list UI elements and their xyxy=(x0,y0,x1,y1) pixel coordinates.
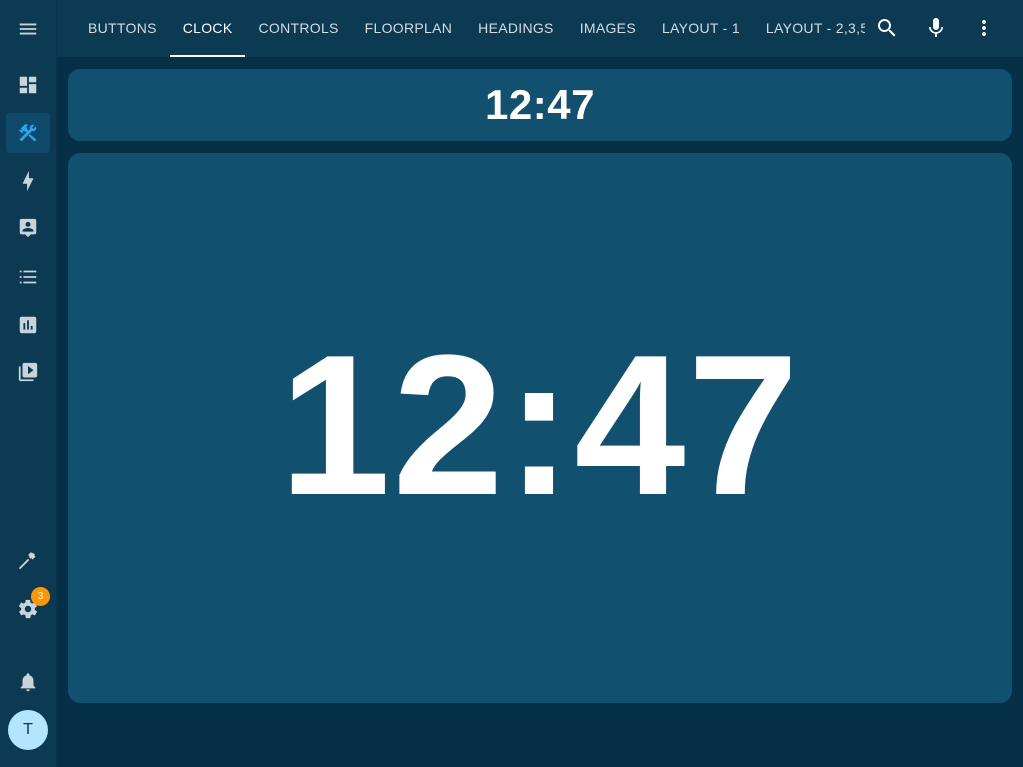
search-button[interactable] xyxy=(875,16,899,40)
clock-card-large: 12:47 xyxy=(68,153,1012,703)
more-options-button[interactable] xyxy=(972,16,996,40)
clock-card-small: 12:47 xyxy=(68,69,1012,141)
menu-icon xyxy=(19,23,37,35)
tab-buttons[interactable]: BUTTONS xyxy=(75,0,170,57)
lightning-icon xyxy=(22,170,34,192)
tab-layout-1[interactable]: LAYOUT - 1 xyxy=(649,0,753,57)
more-vert-icon xyxy=(982,20,986,36)
tab-images[interactable]: IMAGES xyxy=(567,0,649,57)
top-app-bar: BUTTONS CLOCK CONTROLS FLOORPLAN HEADINGS IMA… xyxy=(57,0,1023,57)
sidebar-item-notifications[interactable] xyxy=(6,662,50,702)
sidebar-item-people[interactable] xyxy=(6,208,50,248)
sidebar-item-todo[interactable] xyxy=(6,257,50,297)
dashboard-icon xyxy=(19,76,37,94)
search-icon xyxy=(878,19,896,37)
list-icon xyxy=(19,270,37,284)
tab-clock[interactable]: CLOCK xyxy=(169,0,246,57)
avatar[interactable]: T xyxy=(8,710,48,750)
tab-headings[interactable]: HEADINGS xyxy=(465,0,567,57)
tools-icon xyxy=(18,124,37,142)
account-box-icon xyxy=(19,218,37,238)
sidebar-item-developer-tools[interactable] xyxy=(6,541,50,581)
sidebar: 3 T xyxy=(0,0,57,767)
sidebar-item-media[interactable] xyxy=(6,352,50,392)
sidebar-item-tools[interactable] xyxy=(6,113,50,153)
assist-button[interactable] xyxy=(924,16,948,40)
chart-icon xyxy=(19,316,37,334)
sidebar-item-energy[interactable] xyxy=(6,161,50,201)
tab-floorplan[interactable]: FLOORPLAN xyxy=(352,0,466,57)
sidebar-item-overview[interactable] xyxy=(6,65,50,105)
tab-layout-2-3-5[interactable]: LAYOUT - 2,3,5 xyxy=(753,0,865,57)
menu-button[interactable] xyxy=(6,9,50,49)
clock-time-small: 12:47 xyxy=(485,81,595,128)
settings-badge: 3 xyxy=(31,587,50,606)
sidebar-item-history[interactable] xyxy=(6,305,50,345)
hammer-icon xyxy=(18,552,36,570)
tab-controls[interactable]: CONTROLS xyxy=(245,0,351,57)
view-tabs: BUTTONS CLOCK CONTROLS FLOORPLAN HEADINGS IMA… xyxy=(75,0,865,57)
media-icon xyxy=(18,362,38,382)
bell-icon xyxy=(20,673,36,692)
clock-time-large: 12:47 xyxy=(279,314,801,537)
microphone-icon xyxy=(929,18,943,37)
